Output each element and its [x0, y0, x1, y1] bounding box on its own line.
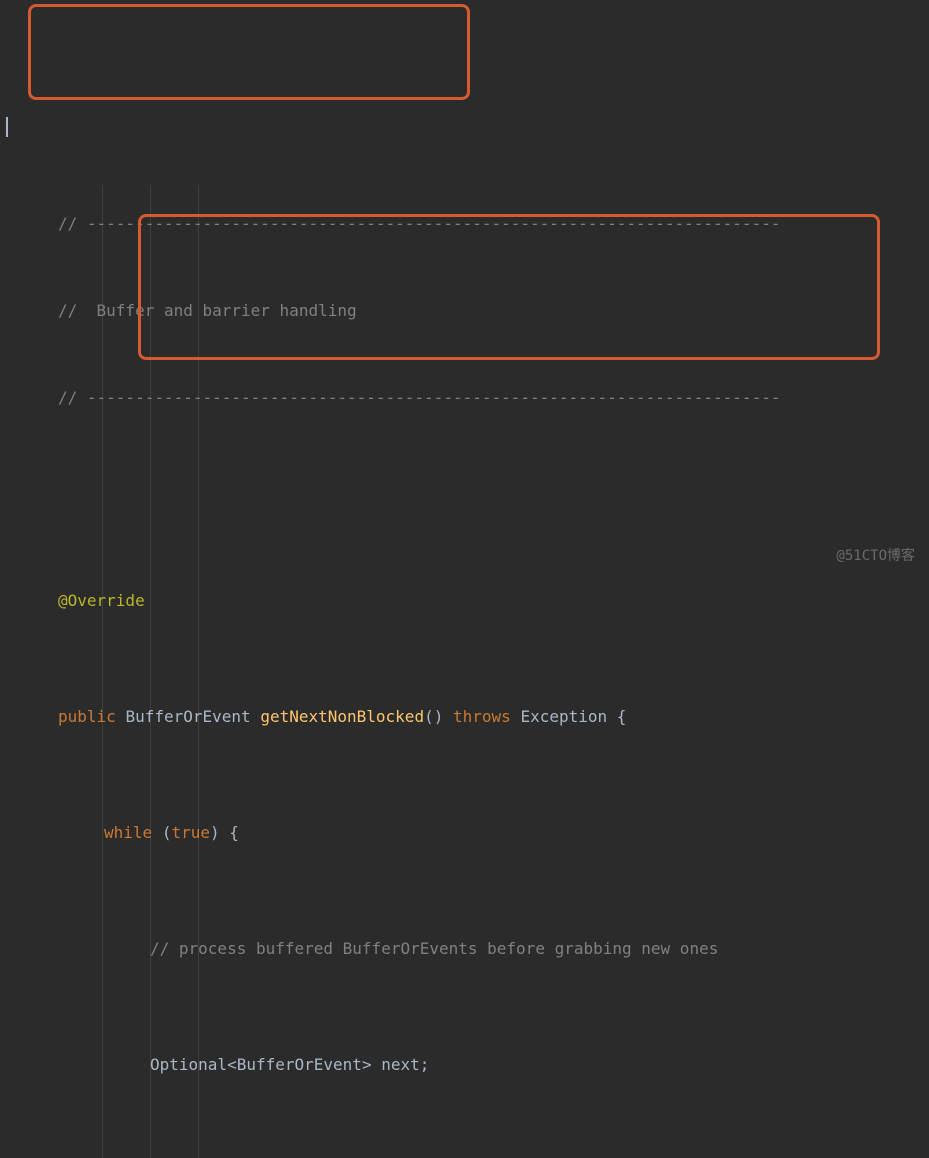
watermark: @51CTO博客 — [836, 542, 915, 571]
annotation-override: @Override — [58, 591, 145, 610]
text-cursor — [6, 117, 8, 137]
code-line: Optional<BufferOrEvent> next; — [0, 1050, 929, 1079]
code-line: @Override — [0, 586, 929, 615]
comment-title: // Buffer and barrier handling — [58, 301, 357, 320]
code-line: public BufferOrEvent getNextNonBlocked()… — [0, 702, 929, 731]
code-line: // -------------------------------------… — [0, 383, 929, 412]
comment-rule: // -------------------------------------… — [58, 214, 780, 233]
code-line: // process buffered BufferOrEvents befor… — [0, 934, 929, 963]
blank-line — [0, 470, 929, 499]
comment-process: // process buffered BufferOrEvents befor… — [150, 939, 718, 958]
code-editor[interactable]: // -------------------------------------… — [0, 0, 929, 1158]
code-line: // -------------------------------------… — [0, 209, 929, 238]
code-line: while (true) { — [0, 818, 929, 847]
code-line: // Buffer and barrier handling — [0, 296, 929, 325]
comment-rule: // -------------------------------------… — [58, 388, 780, 407]
highlight-box-1 — [28, 4, 470, 100]
